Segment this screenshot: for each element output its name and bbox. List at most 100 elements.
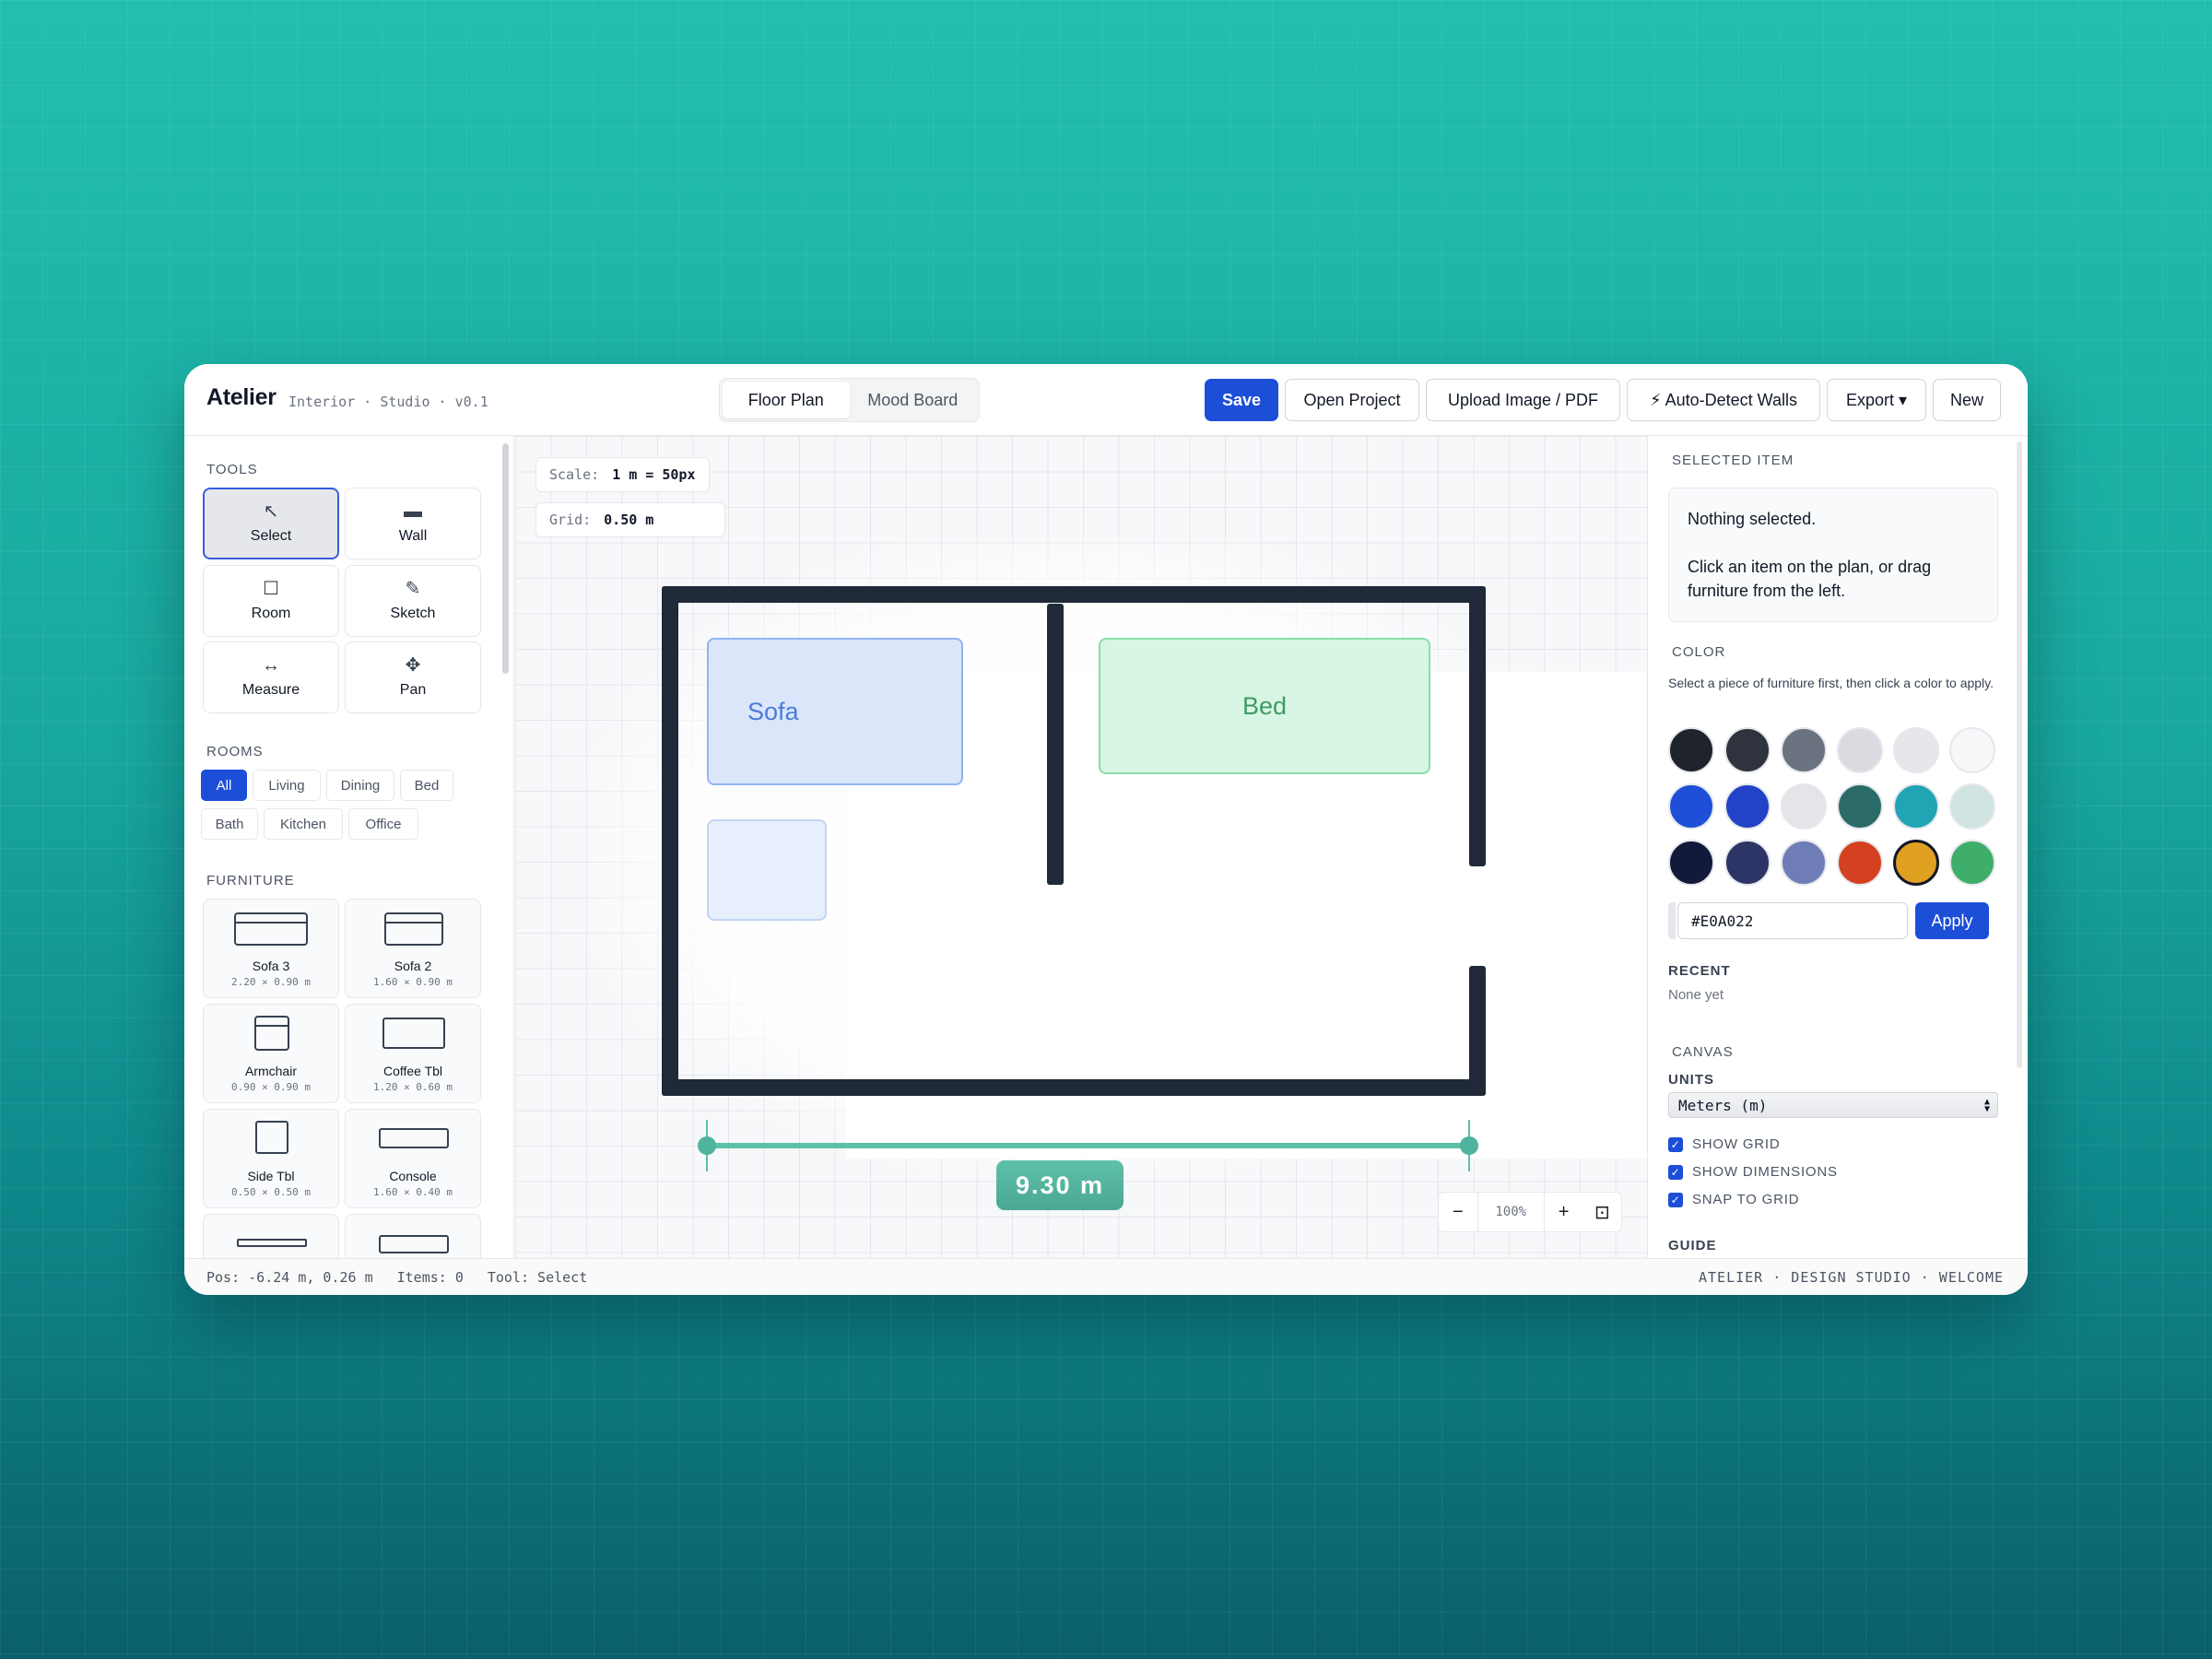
app-name: Atelier: [206, 384, 276, 410]
wall-icon: ▬: [404, 501, 422, 522]
zoom-out-button[interactable]: −: [1439, 1193, 1477, 1231]
checkbox-checked-icon[interactable]: ✓: [1668, 1192, 1683, 1207]
floor-plan-canvas[interactable]: Scale: 1 m = 50px Grid: 0.50 m: [515, 436, 1831, 1258]
nothing-selected-text: Nothing selected.: [1688, 510, 1817, 528]
room-filter-bath[interactable]: Bath: [201, 808, 258, 840]
units-select-value: Meters (m): [1678, 1096, 1768, 1114]
color-swatch[interactable]: [1949, 727, 1995, 773]
option-show-dimensions[interactable]: ✓ SHOW DIMENSIONS: [1668, 1164, 1838, 1180]
furniture-name: Console: [389, 1169, 437, 1183]
color-swatch[interactable]: [1668, 783, 1714, 830]
furniture-name: Armchair: [244, 1064, 297, 1078]
grid-label: Grid:: [549, 512, 592, 528]
furniture-console[interactable]: Console 1.60 × 0.40 m: [345, 1109, 481, 1208]
furniture-coffee-table[interactable]: Coffee Tbl 1.20 × 0.60 m: [345, 1004, 481, 1103]
tool-label: Measure: [241, 682, 300, 698]
furniture-item-partial[interactable]: [203, 1214, 339, 1258]
units-title: UNITS: [1668, 1072, 1714, 1088]
color-swatch[interactable]: [1837, 783, 1883, 830]
furniture-side-table[interactable]: Side Tbl 0.50 × 0.50 m: [203, 1109, 339, 1208]
app-subtitle: Interior · Studio · v0.1: [288, 394, 488, 410]
upload-image-button[interactable]: Upload Image / PDF: [1426, 379, 1620, 421]
option-snap-to-grid[interactable]: ✓ SNAP TO GRID: [1668, 1192, 1799, 1207]
color-swatch[interactable]: [1724, 783, 1771, 830]
furniture-dims: 1.60 × 0.40 m: [372, 1186, 453, 1198]
side-table-icon: [255, 1121, 288, 1154]
auto-detect-walls-button[interactable]: ⚡ Auto-Detect Walls: [1627, 379, 1820, 421]
tab-mood-board[interactable]: Mood Board: [850, 382, 977, 418]
checkbox-checked-icon[interactable]: ✓: [1668, 1136, 1683, 1152]
measure-arrows-icon: ↔: [262, 655, 280, 676]
inspector-panel: SELECTED ITEM Nothing selected. Click an…: [1647, 436, 2028, 1258]
save-button[interactable]: Save: [1205, 379, 1278, 421]
furniture-dims: 2.20 × 0.90 m: [230, 976, 312, 988]
color-swatch[interactable]: [1893, 727, 1939, 773]
furniture-name: Sofa 2: [394, 959, 432, 973]
tool-pan[interactable]: ✥ Pan: [345, 641, 481, 713]
grid-badge: Grid: 0.50 m: [535, 502, 725, 537]
export-button[interactable]: Export ▾: [1827, 379, 1926, 421]
room-filter-office[interactable]: Office: [348, 808, 418, 840]
color-swatch[interactable]: [1893, 783, 1939, 830]
apply-color-button[interactable]: Apply: [1915, 902, 1989, 939]
color-swatch[interactable]: [1837, 840, 1883, 886]
color-swatch[interactable]: [1781, 783, 1827, 830]
selected-item-title: SELECTED ITEM: [1672, 453, 1794, 468]
top-bar: Atelier Interior · Studio · v0.1 Floor P…: [184, 364, 2028, 436]
color-swatch[interactable]: [1949, 783, 1995, 830]
selection-info-card: Nothing selected. Click an item on the p…: [1668, 488, 1998, 622]
color-swatch[interactable]: [1724, 840, 1771, 886]
grid-value: 0.50 m: [604, 512, 654, 528]
cursor-arrow-icon: ↖: [263, 501, 279, 522]
sidebar-scrollbar[interactable]: [502, 443, 509, 674]
tool-select[interactable]: ↖ Select: [203, 488, 339, 559]
tool-sketch[interactable]: ✎ Sketch: [345, 565, 481, 637]
color-swatch[interactable]: [1949, 840, 1995, 886]
tool-room[interactable]: ☐ Room: [203, 565, 339, 637]
units-select[interactable]: Meters (m) ▲ ▼: [1668, 1092, 1998, 1118]
furniture-item-partial[interactable]: [345, 1214, 481, 1258]
color-swatch[interactable]: [1724, 727, 1771, 773]
furniture-sofa-2[interactable]: Sofa 2 1.60 × 0.90 m: [345, 899, 481, 998]
hex-color-input[interactable]: #E0A022: [1677, 902, 1908, 939]
selection-hint: Click an item on the plan, or drag furni…: [1688, 558, 1932, 600]
furniture-armchair[interactable]: Armchair 0.90 × 0.90 m: [203, 1004, 339, 1103]
checkbox-checked-icon[interactable]: ✓: [1668, 1164, 1683, 1180]
option-show-grid[interactable]: ✓ SHOW GRID: [1668, 1136, 1781, 1152]
room-filter-bed[interactable]: Bed: [400, 770, 453, 801]
zoom-in-button[interactable]: +: [1545, 1193, 1583, 1231]
sofa-2-icon: [384, 912, 443, 946]
room-filter-kitchen[interactable]: Kitchen: [264, 808, 343, 840]
furniture-sofa-3[interactable]: Sofa 3 2.20 × 0.90 m: [203, 899, 339, 998]
color-title: COLOR: [1672, 644, 1726, 660]
sofa-3-icon: [234, 912, 308, 946]
pan-move-icon: ✥: [405, 655, 421, 676]
furniture-name: Side Tbl: [247, 1169, 295, 1183]
guide-title: GUIDE: [1668, 1238, 1717, 1253]
color-swatch[interactable]: [1668, 840, 1714, 886]
furniture-dims: 0.90 × 0.90 m: [230, 1081, 312, 1093]
console-icon: [379, 1128, 449, 1148]
room-filter-living[interactable]: Living: [253, 770, 321, 801]
furniture-dims: 1.20 × 0.60 m: [372, 1081, 453, 1093]
hex-swatch-preview: [1668, 902, 1676, 939]
status-bar: Pos: -6.24 m, 0.26 m Items: 0 Tool: Sele…: [184, 1258, 2028, 1295]
coffee-table-icon: [382, 1018, 445, 1049]
room-filter-all[interactable]: All: [201, 770, 247, 801]
color-swatch[interactable]: [1668, 727, 1714, 773]
new-button[interactable]: New: [1933, 379, 2001, 421]
color-swatch[interactable]: [1781, 727, 1827, 773]
color-swatch[interactable]: [1837, 727, 1883, 773]
open-project-button[interactable]: Open Project: [1285, 379, 1419, 421]
inspector-scrollbar[interactable]: [2017, 441, 2022, 1068]
select-arrows-icon: ▲ ▼: [1983, 1097, 1990, 1114]
tool-measure[interactable]: ↔ Measure: [203, 641, 339, 713]
tool-wall[interactable]: ▬ Wall: [345, 488, 481, 559]
zoom-controls: − 100% + ⊡: [1438, 1192, 1622, 1232]
room-filter-dining[interactable]: Dining: [326, 770, 394, 801]
color-swatch[interactable]: [1893, 840, 1939, 886]
color-swatch[interactable]: [1781, 840, 1827, 886]
fit-view-icon[interactable]: ⊡: [1583, 1193, 1621, 1231]
furniture-dims: 1.60 × 0.90 m: [372, 976, 453, 988]
tab-floor-plan[interactable]: Floor Plan: [723, 382, 850, 418]
